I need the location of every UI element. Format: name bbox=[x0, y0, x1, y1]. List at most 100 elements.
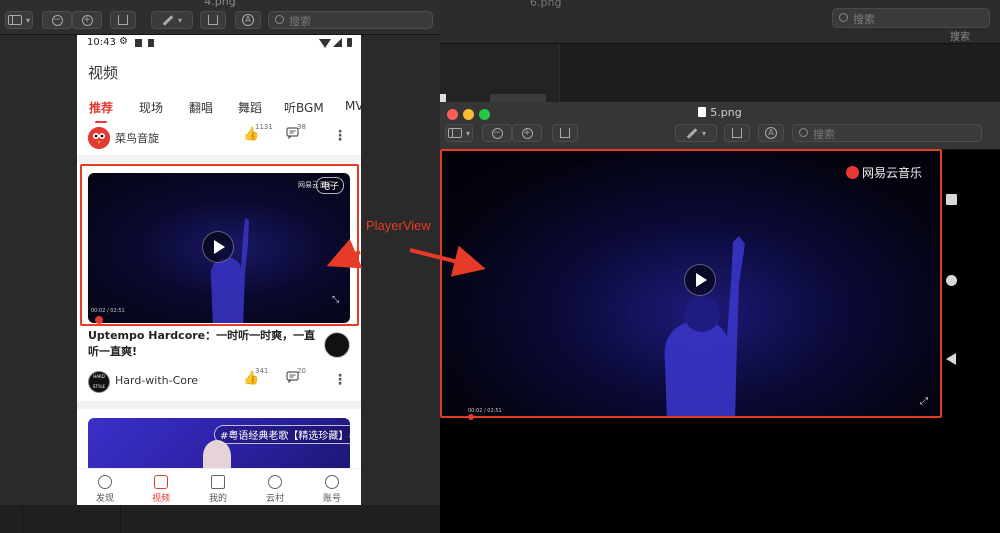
nav-community[interactable]: 云村 bbox=[247, 469, 303, 506]
notification-icon bbox=[148, 39, 154, 47]
pen-icon bbox=[686, 127, 698, 139]
like-count: 341 bbox=[255, 367, 269, 375]
markup-pen-button[interactable]: ▾ bbox=[151, 11, 193, 29]
avatar[interactable] bbox=[88, 127, 110, 149]
search-placeholder: 搜索 bbox=[289, 15, 311, 28]
markup-icon: A bbox=[242, 14, 254, 26]
people-icon bbox=[268, 475, 282, 489]
share-icon bbox=[118, 15, 128, 25]
nav-video[interactable]: 视频 bbox=[133, 469, 189, 506]
nav-discover[interactable]: 发现 bbox=[77, 469, 133, 506]
markup-button[interactable]: A bbox=[235, 11, 261, 29]
chevron-down-icon: ▾ bbox=[25, 15, 30, 25]
back-icon[interactable] bbox=[946, 353, 956, 365]
background-toolbar: 6.png 搜索 搜索 bbox=[440, 0, 1000, 44]
category-tabs: 推荐 现场 翻唱 舞蹈 听BGM MV bbox=[77, 93, 361, 123]
tab-mv[interactable]: MV bbox=[345, 99, 361, 113]
playerview-highlight-left bbox=[80, 164, 359, 326]
markup-icon: A bbox=[765, 127, 777, 139]
rotate-icon bbox=[208, 15, 218, 25]
tab-cover[interactable]: 翻唱 bbox=[189, 99, 213, 116]
creator-avatar[interactable] bbox=[324, 332, 350, 358]
search-input[interactable]: 搜索 bbox=[792, 124, 982, 142]
bird-avatar-icon bbox=[88, 127, 110, 149]
markup-button[interactable]: A bbox=[758, 124, 784, 142]
background-search-input[interactable]: 搜索 bbox=[832, 8, 990, 28]
nav-label: 视频 bbox=[151, 494, 170, 504]
comment-count: 20 bbox=[297, 367, 306, 375]
video-title[interactable]: Uptempo Hardcore：一时听一时爽，一直听一直爽! bbox=[88, 328, 320, 360]
zoom-in-icon: + bbox=[521, 127, 533, 139]
playlist-tag[interactable]: #粤语经典老歌【精选珍藏】# bbox=[214, 425, 350, 444]
sidebar-icon bbox=[447, 128, 462, 138]
rotate-button[interactable] bbox=[200, 11, 226, 29]
username[interactable]: Hard-with-Core bbox=[115, 374, 198, 387]
background-search-placeholder: 搜索 bbox=[853, 13, 875, 26]
nav-mine[interactable]: 我的 bbox=[190, 469, 246, 506]
username[interactable]: 菜鸟音旋 bbox=[115, 130, 159, 146]
playerview-highlight-right bbox=[440, 149, 942, 418]
zoom-in-icon: + bbox=[81, 14, 93, 26]
share-icon bbox=[560, 128, 570, 138]
nav-account[interactable]: 账号 bbox=[304, 469, 360, 506]
tab-recommend[interactable]: 推荐 bbox=[89, 99, 113, 116]
annotation-label: PlayerView bbox=[366, 218, 431, 233]
more-options-icon[interactable]: ⋮ bbox=[333, 128, 347, 144]
tab-bgm[interactable]: 听BGM bbox=[284, 99, 324, 116]
bottom-navigation: 发现 视频 我的 云村 账号 bbox=[77, 468, 361, 506]
active-tab-indicator bbox=[95, 121, 107, 123]
user-icon bbox=[325, 475, 339, 489]
zoom-in-button[interactable]: + bbox=[512, 124, 542, 142]
share-button[interactable] bbox=[552, 124, 578, 142]
sidebar-toggle-button[interactable]: ▾ bbox=[5, 11, 33, 29]
zoom-out-icon: − bbox=[491, 127, 503, 139]
video-icon bbox=[154, 475, 168, 489]
rotate-button[interactable] bbox=[724, 124, 750, 142]
avatar[interactable]: HARD STYLE bbox=[88, 371, 110, 393]
notification-icon bbox=[135, 39, 142, 47]
tab-dance[interactable]: 舞蹈 bbox=[238, 99, 262, 116]
sidebar-toggle-button[interactable]: ▾ bbox=[445, 124, 473, 142]
feed-item-header[interactable]: 菜鸟音旋 👍 1131 38 ⋮ bbox=[77, 123, 361, 154]
window-titlebar: 5.png ▾ − + ▾ A 搜索 bbox=[440, 102, 1000, 150]
comment-count: 38 bbox=[297, 123, 306, 131]
zoom-in-button[interactable]: + bbox=[72, 11, 102, 29]
discover-icon bbox=[98, 475, 112, 489]
feed-divider bbox=[77, 155, 361, 163]
zoom-out-button[interactable]: − bbox=[482, 124, 512, 142]
home-icon[interactable] bbox=[946, 275, 957, 286]
nav-label: 发现 bbox=[95, 494, 114, 504]
pen-icon bbox=[162, 14, 174, 26]
feed-item-footer[interactable]: HARD STYLE Hard-with-Core 👍 341 20 ⋮ bbox=[77, 367, 361, 398]
background-search-label: 搜索 bbox=[950, 32, 970, 43]
chevron-down-icon: ▾ bbox=[177, 15, 182, 25]
nav-label: 账号 bbox=[322, 494, 341, 504]
feed-divider bbox=[77, 401, 361, 409]
music-note-icon bbox=[211, 475, 225, 489]
signal-icon bbox=[333, 38, 342, 47]
gear-icon: ⚙ bbox=[119, 36, 128, 47]
zoom-out-button[interactable]: − bbox=[42, 11, 72, 29]
search-input[interactable]: 搜索 bbox=[268, 11, 433, 29]
android-navigation-bar bbox=[940, 150, 1000, 533]
battery-icon bbox=[347, 38, 352, 47]
chevron-down-icon: ▾ bbox=[465, 128, 470, 138]
chevron-down-icon: ▾ bbox=[701, 128, 706, 138]
rotate-icon bbox=[732, 128, 742, 138]
background-window-title: 6.png bbox=[530, 0, 562, 9]
window-title-text: 5.png bbox=[710, 106, 742, 119]
desktop-bottom-strip bbox=[0, 505, 440, 533]
like-count: 1131 bbox=[255, 123, 273, 131]
page-title: 视频 bbox=[88, 64, 119, 82]
markup-pen-button[interactable]: ▾ bbox=[675, 124, 717, 142]
recents-icon[interactable] bbox=[946, 194, 957, 205]
sidebar-icon bbox=[7, 15, 22, 25]
share-button[interactable] bbox=[110, 11, 136, 29]
status-time: 10:43 bbox=[87, 37, 116, 48]
nav-label: 我的 bbox=[208, 494, 227, 504]
search-placeholder: 搜索 bbox=[813, 128, 835, 141]
more-options-icon[interactable]: ⋮ bbox=[333, 372, 347, 388]
tab-live[interactable]: 现场 bbox=[139, 99, 163, 116]
window-title: 4.png bbox=[204, 0, 236, 8]
preview-toolbar: 4.png ▾ − + ▾ A 搜索 bbox=[0, 0, 440, 35]
